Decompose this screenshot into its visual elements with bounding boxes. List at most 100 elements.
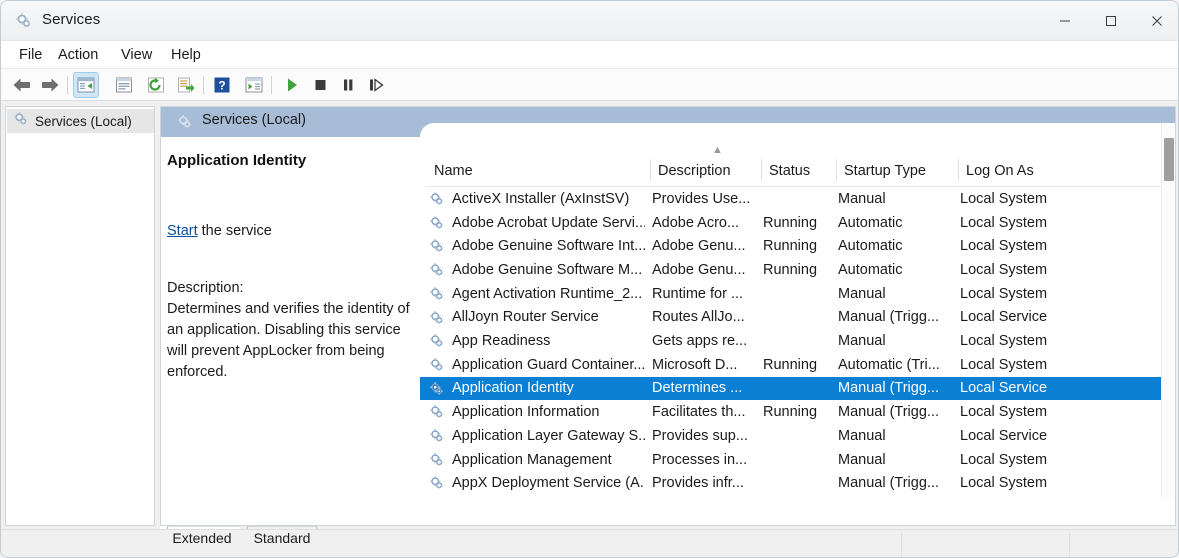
cell-service-name: Application Identity [452, 377, 645, 401]
cell-status: Running [763, 211, 833, 235]
table-row[interactable]: Application ManagementProcesses in...Man… [420, 448, 1161, 472]
cell-description: Adobe Genu... [652, 234, 757, 258]
content-area: Services (Local) [1, 101, 1179, 529]
table-row[interactable]: Adobe Genuine Software Int... Adobe Genu.… [420, 234, 1161, 258]
stop-service-icon[interactable] [307, 72, 333, 98]
detail-description-text: Determines and verifies the identity of … [167, 299, 419, 383]
window-title: Services [42, 11, 100, 28]
cell-startup-type: Manual (Trigg... [838, 495, 953, 497]
column-header-description[interactable]: Description [658, 156, 731, 186]
menu-view[interactable]: View [114, 45, 159, 65]
cell-log-on-as: Local Service [960, 424, 1100, 448]
table-row[interactable]: Application Information Facilitates th...… [420, 400, 1161, 424]
cell-service-name: AppX Deployment Service (A... [452, 471, 645, 495]
table-row[interactable]: Adobe Genuine Software M... Adobe Genu...… [420, 258, 1161, 282]
cell-startup-type: Automatic [838, 234, 953, 258]
cell-status: Running [763, 234, 833, 258]
column-header-status[interactable]: Status [769, 156, 810, 186]
menu-help[interactable]: Help [164, 45, 208, 65]
cell-description: Provides infr... [652, 471, 757, 495]
service-details-panel: Application Identity Start the service D… [161, 137, 420, 497]
show-action-pane-icon[interactable] [241, 72, 267, 98]
column-header-logon[interactable]: Log On As [966, 156, 1034, 186]
cell-service-name: ActiveX Installer (AxInstSV) [452, 187, 645, 211]
detail-service-name: Application Identity [167, 152, 306, 169]
cell-description: Provides sup... [652, 424, 757, 448]
detail-action-line: Start the service [167, 223, 272, 239]
minimize-button[interactable] [1042, 1, 1088, 41]
properties-icon[interactable] [111, 72, 137, 98]
cell-status [763, 306, 833, 330]
svg-text:?: ? [218, 78, 225, 92]
cell-log-on-as: Local System [960, 258, 1100, 282]
toolbar: ? [1, 69, 1179, 101]
back-arrow-icon[interactable] [9, 72, 35, 98]
menu-action[interactable]: Action [51, 45, 105, 65]
vertical-scrollbar[interactable] [1161, 123, 1175, 497]
services-gears-icon [429, 238, 445, 254]
services-list-rows: ActiveX Installer (AxInstSV)Provides Use… [420, 187, 1175, 487]
services-gears-icon [429, 381, 445, 397]
show-hide-console-tree-icon[interactable] [73, 72, 99, 98]
services-gears-icon [429, 428, 445, 444]
table-row[interactable]: Adobe Acrobat Update Servi...Adobe Acro.… [420, 211, 1161, 235]
cell-log-on-as: Local System [960, 400, 1100, 424]
table-row[interactable]: AllJoyn Router ServiceRoutes AllJo...Man… [420, 306, 1161, 330]
maximize-button[interactable] [1088, 1, 1134, 41]
cell-startup-type: Manual [838, 329, 953, 353]
table-row[interactable]: App ReadinessGets apps re...ManualLocal … [420, 329, 1161, 353]
services-gears-icon [177, 114, 193, 130]
cell-service-name: Agent Activation Runtime_2... [452, 282, 645, 306]
cell-startup-type: Manual (Trigg... [838, 306, 953, 330]
services-gears-icon [429, 333, 445, 349]
tree-item-services-local[interactable]: Services (Local) [7, 109, 154, 133]
cell-startup-type: Manual [838, 187, 953, 211]
cell-startup-type: Automatic [838, 258, 953, 282]
table-row[interactable]: Application Guard Container...Microsoft … [420, 353, 1161, 377]
restart-service-icon[interactable] [363, 72, 389, 98]
start-service-link[interactable]: Start [167, 223, 198, 239]
services-gears-icon [15, 12, 33, 30]
cell-log-on-as: Local System [960, 211, 1100, 235]
table-row[interactable]: AppX Deployment Service (A... Provides in… [420, 471, 1161, 495]
cell-service-name: Adobe Genuine Software Int... [452, 234, 645, 258]
table-row[interactable]: Application IdentityDetermines ...Manual… [420, 377, 1161, 401]
title-bar: Services [1, 1, 1179, 41]
window-controls [1042, 1, 1179, 41]
cell-service-name: Adobe Genuine Software M... [452, 258, 645, 282]
cell-startup-type: Manual [838, 282, 953, 306]
cell-status [763, 282, 833, 306]
cell-description: Facilitates th... [652, 400, 757, 424]
export-list-icon[interactable] [173, 72, 199, 98]
help-icon[interactable]: ? [209, 72, 235, 98]
cell-description: Adobe Genu... [652, 258, 757, 282]
table-row[interactable]: ActiveX Installer (AxInstSV)Provides Use… [420, 187, 1161, 211]
pane-banner-label: Services (Local) [202, 112, 306, 128]
services-gears-icon [429, 286, 445, 302]
close-button[interactable] [1134, 1, 1179, 41]
start-service-icon[interactable] [279, 72, 305, 98]
cell-startup-type: Manual [838, 424, 953, 448]
refresh-icon[interactable] [143, 72, 169, 98]
menu-file[interactable]: File [12, 45, 49, 65]
table-row[interactable]: Agent Activation Runtime_2...Runtime for… [420, 282, 1161, 306]
column-header-startup[interactable]: Startup Type [844, 156, 926, 186]
services-gears-icon [429, 475, 445, 491]
cell-status: Running [763, 353, 833, 377]
services-gears-icon [13, 111, 29, 132]
column-header-name[interactable]: Name [434, 156, 473, 186]
console-tree-pane: Services (Local) [5, 106, 155, 526]
cell-status [763, 329, 833, 353]
cell-startup-type: Manual (Trigg... [838, 377, 953, 401]
cell-startup-type: Manual [838, 448, 953, 472]
forward-arrow-icon[interactable] [37, 72, 63, 98]
table-row[interactable]: Application Layer Gateway S...Provides s… [420, 424, 1161, 448]
scrollbar-thumb[interactable] [1164, 138, 1174, 181]
pause-service-icon[interactable] [335, 72, 361, 98]
cell-status [763, 187, 833, 211]
table-row[interactable]: AssignedAccessManager Ser...AssignedAcc.… [420, 495, 1161, 497]
cell-service-name: AssignedAccessManager Ser... [452, 495, 645, 497]
cell-startup-type: Automatic [838, 211, 953, 235]
cell-service-name: Application Information [452, 400, 645, 424]
cell-log-on-as: Local Service [960, 306, 1100, 330]
